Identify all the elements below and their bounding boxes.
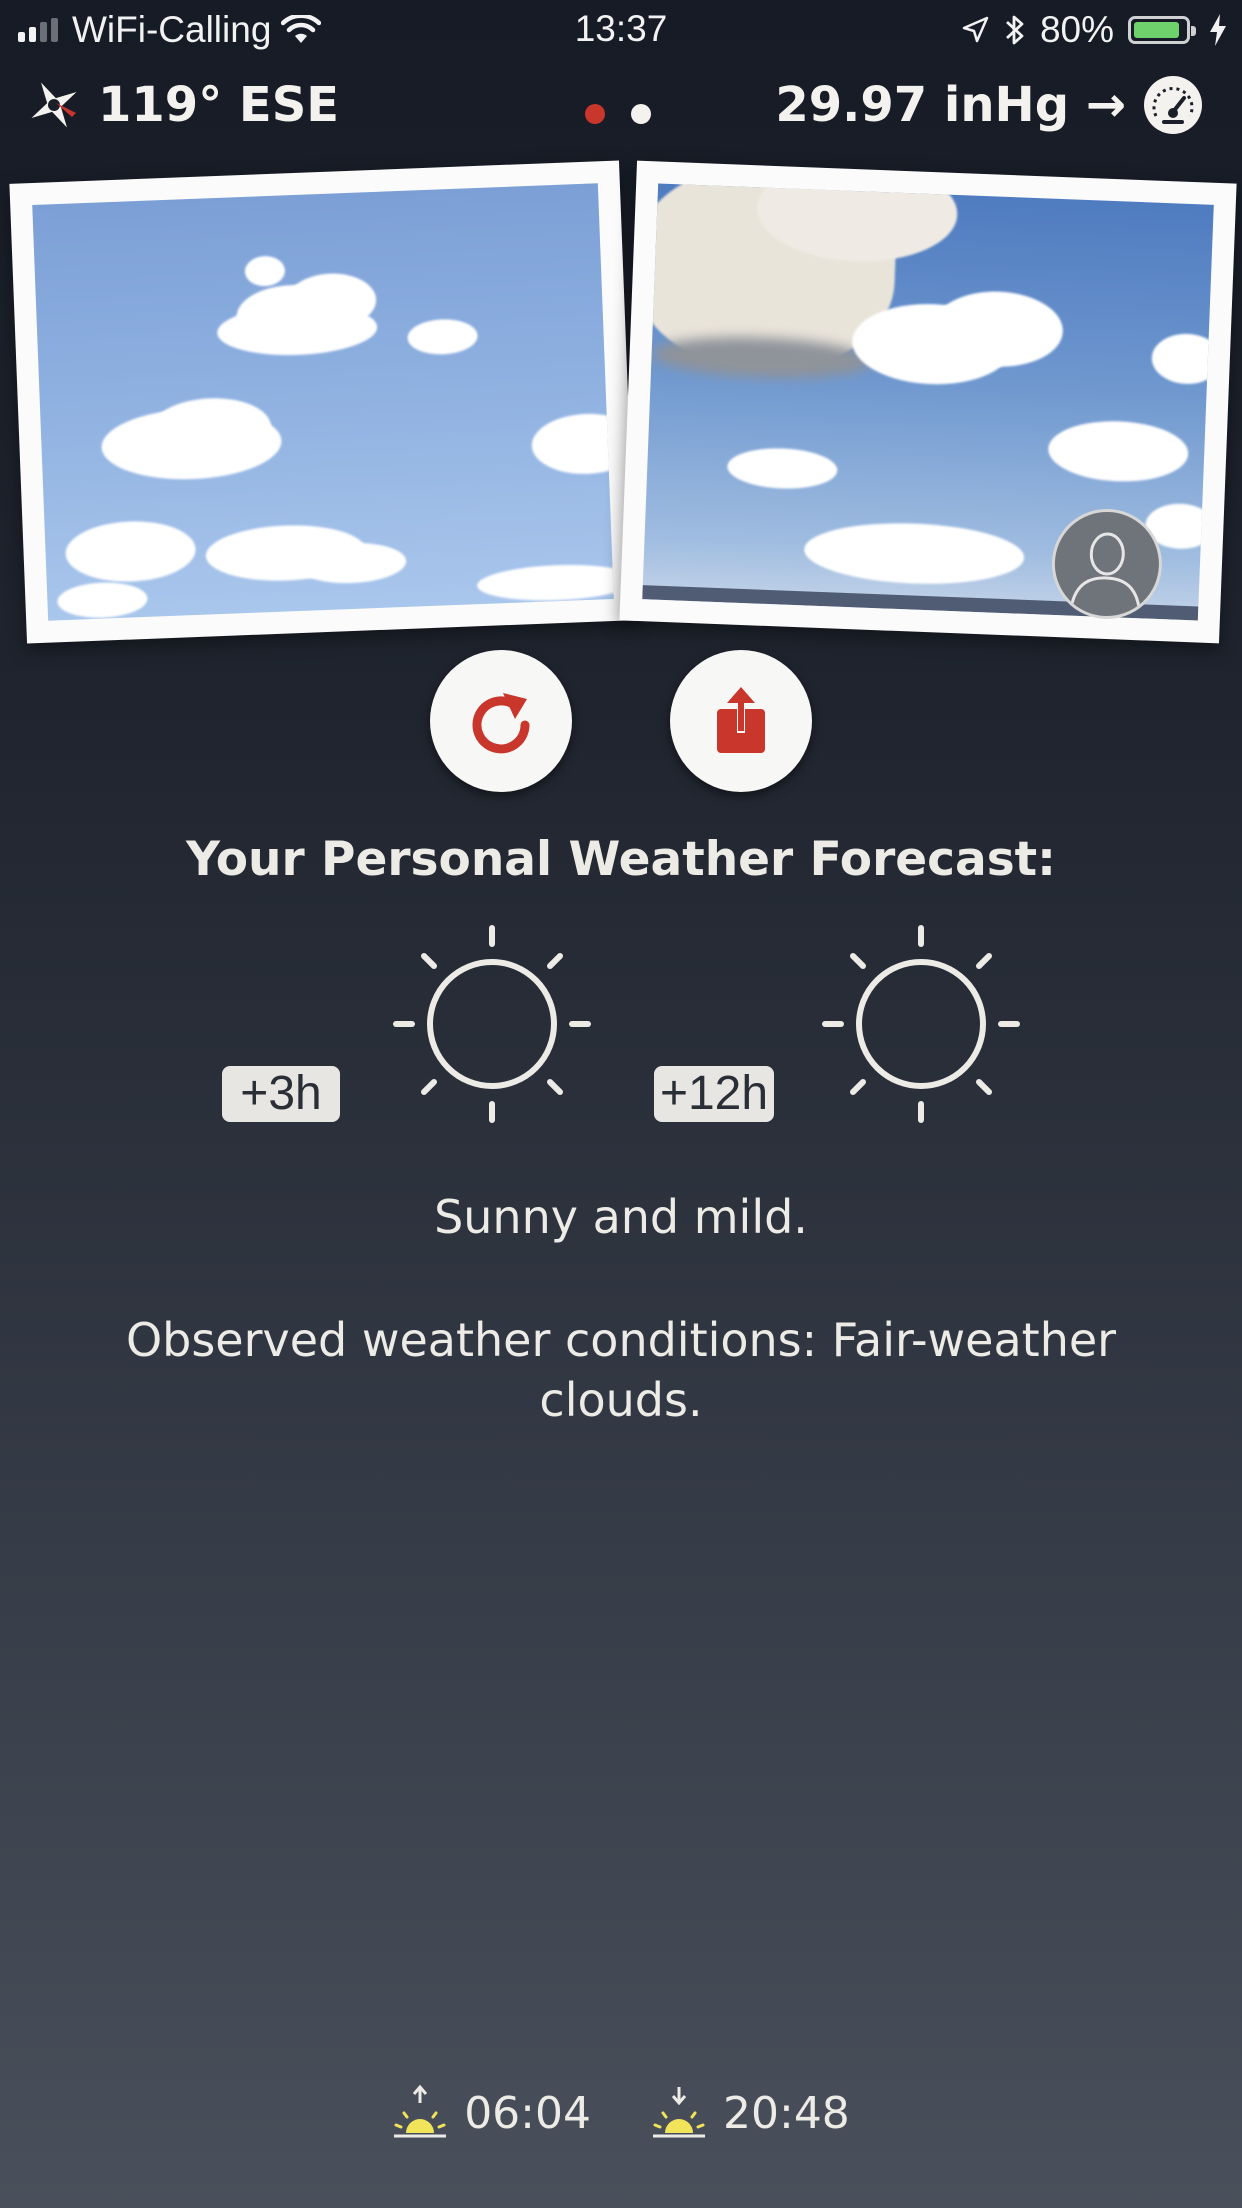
pressure-value: 29.97 inHg → — [775, 77, 1126, 133]
sun-icon — [393, 925, 591, 1123]
page-indicator[interactable] — [585, 104, 651, 124]
wind-indicator[interactable]: 119° ESE — [26, 70, 339, 140]
sky-photo-left[interactable] — [9, 160, 637, 644]
sunrise: 06:04 — [392, 2085, 591, 2141]
charging-bolt-icon — [1210, 14, 1226, 46]
forecast-offset-3h: +3h — [222, 1066, 340, 1122]
pressure-indicator[interactable]: 29.97 inHg → — [775, 70, 1202, 140]
bluetooth-icon — [1005, 15, 1024, 45]
observed-conditions: Observed weather conditions: Fair-weathe… — [125, 1313, 1117, 1427]
sky-photo-right[interactable] — [619, 160, 1237, 644]
page-dot-active[interactable] — [585, 104, 605, 124]
sun-times: 06:04 20:48 — [0, 2085, 1242, 2141]
share-button[interactable] — [670, 650, 812, 792]
forecast-summary: Sunny and mild. — [434, 1190, 808, 1244]
forecast-title: Your Personal Weather Forecast: — [186, 832, 1056, 887]
battery-percent: 80% — [1039, 9, 1114, 50]
sky-image — [32, 183, 614, 621]
sunrise-icon — [394, 2085, 447, 2138]
battery-icon — [1128, 16, 1196, 44]
page-dot[interactable] — [631, 104, 651, 124]
status-bar: WiFi-Calling 13:37 80% — [0, 0, 1242, 62]
share-icon — [717, 687, 765, 753]
wind-direction-value: 119° ESE — [98, 77, 340, 133]
sunset-icon — [653, 2087, 705, 2138]
status-right: 80% — [960, 8, 1228, 52]
sun-icon — [822, 925, 1020, 1123]
sunrise-time: 06:04 — [464, 2087, 591, 2139]
sunset-time: 20:48 — [723, 2087, 850, 2139]
forecast-offset-12h: +12h — [654, 1066, 774, 1122]
barometer-gauge-icon — [1144, 76, 1202, 134]
refresh-button[interactable] — [430, 650, 572, 792]
compass-icon — [31, 82, 77, 128]
refresh-icon — [472, 693, 530, 754]
sunset: 20:48 — [651, 2085, 850, 2141]
location-arrow-icon — [962, 16, 989, 43]
